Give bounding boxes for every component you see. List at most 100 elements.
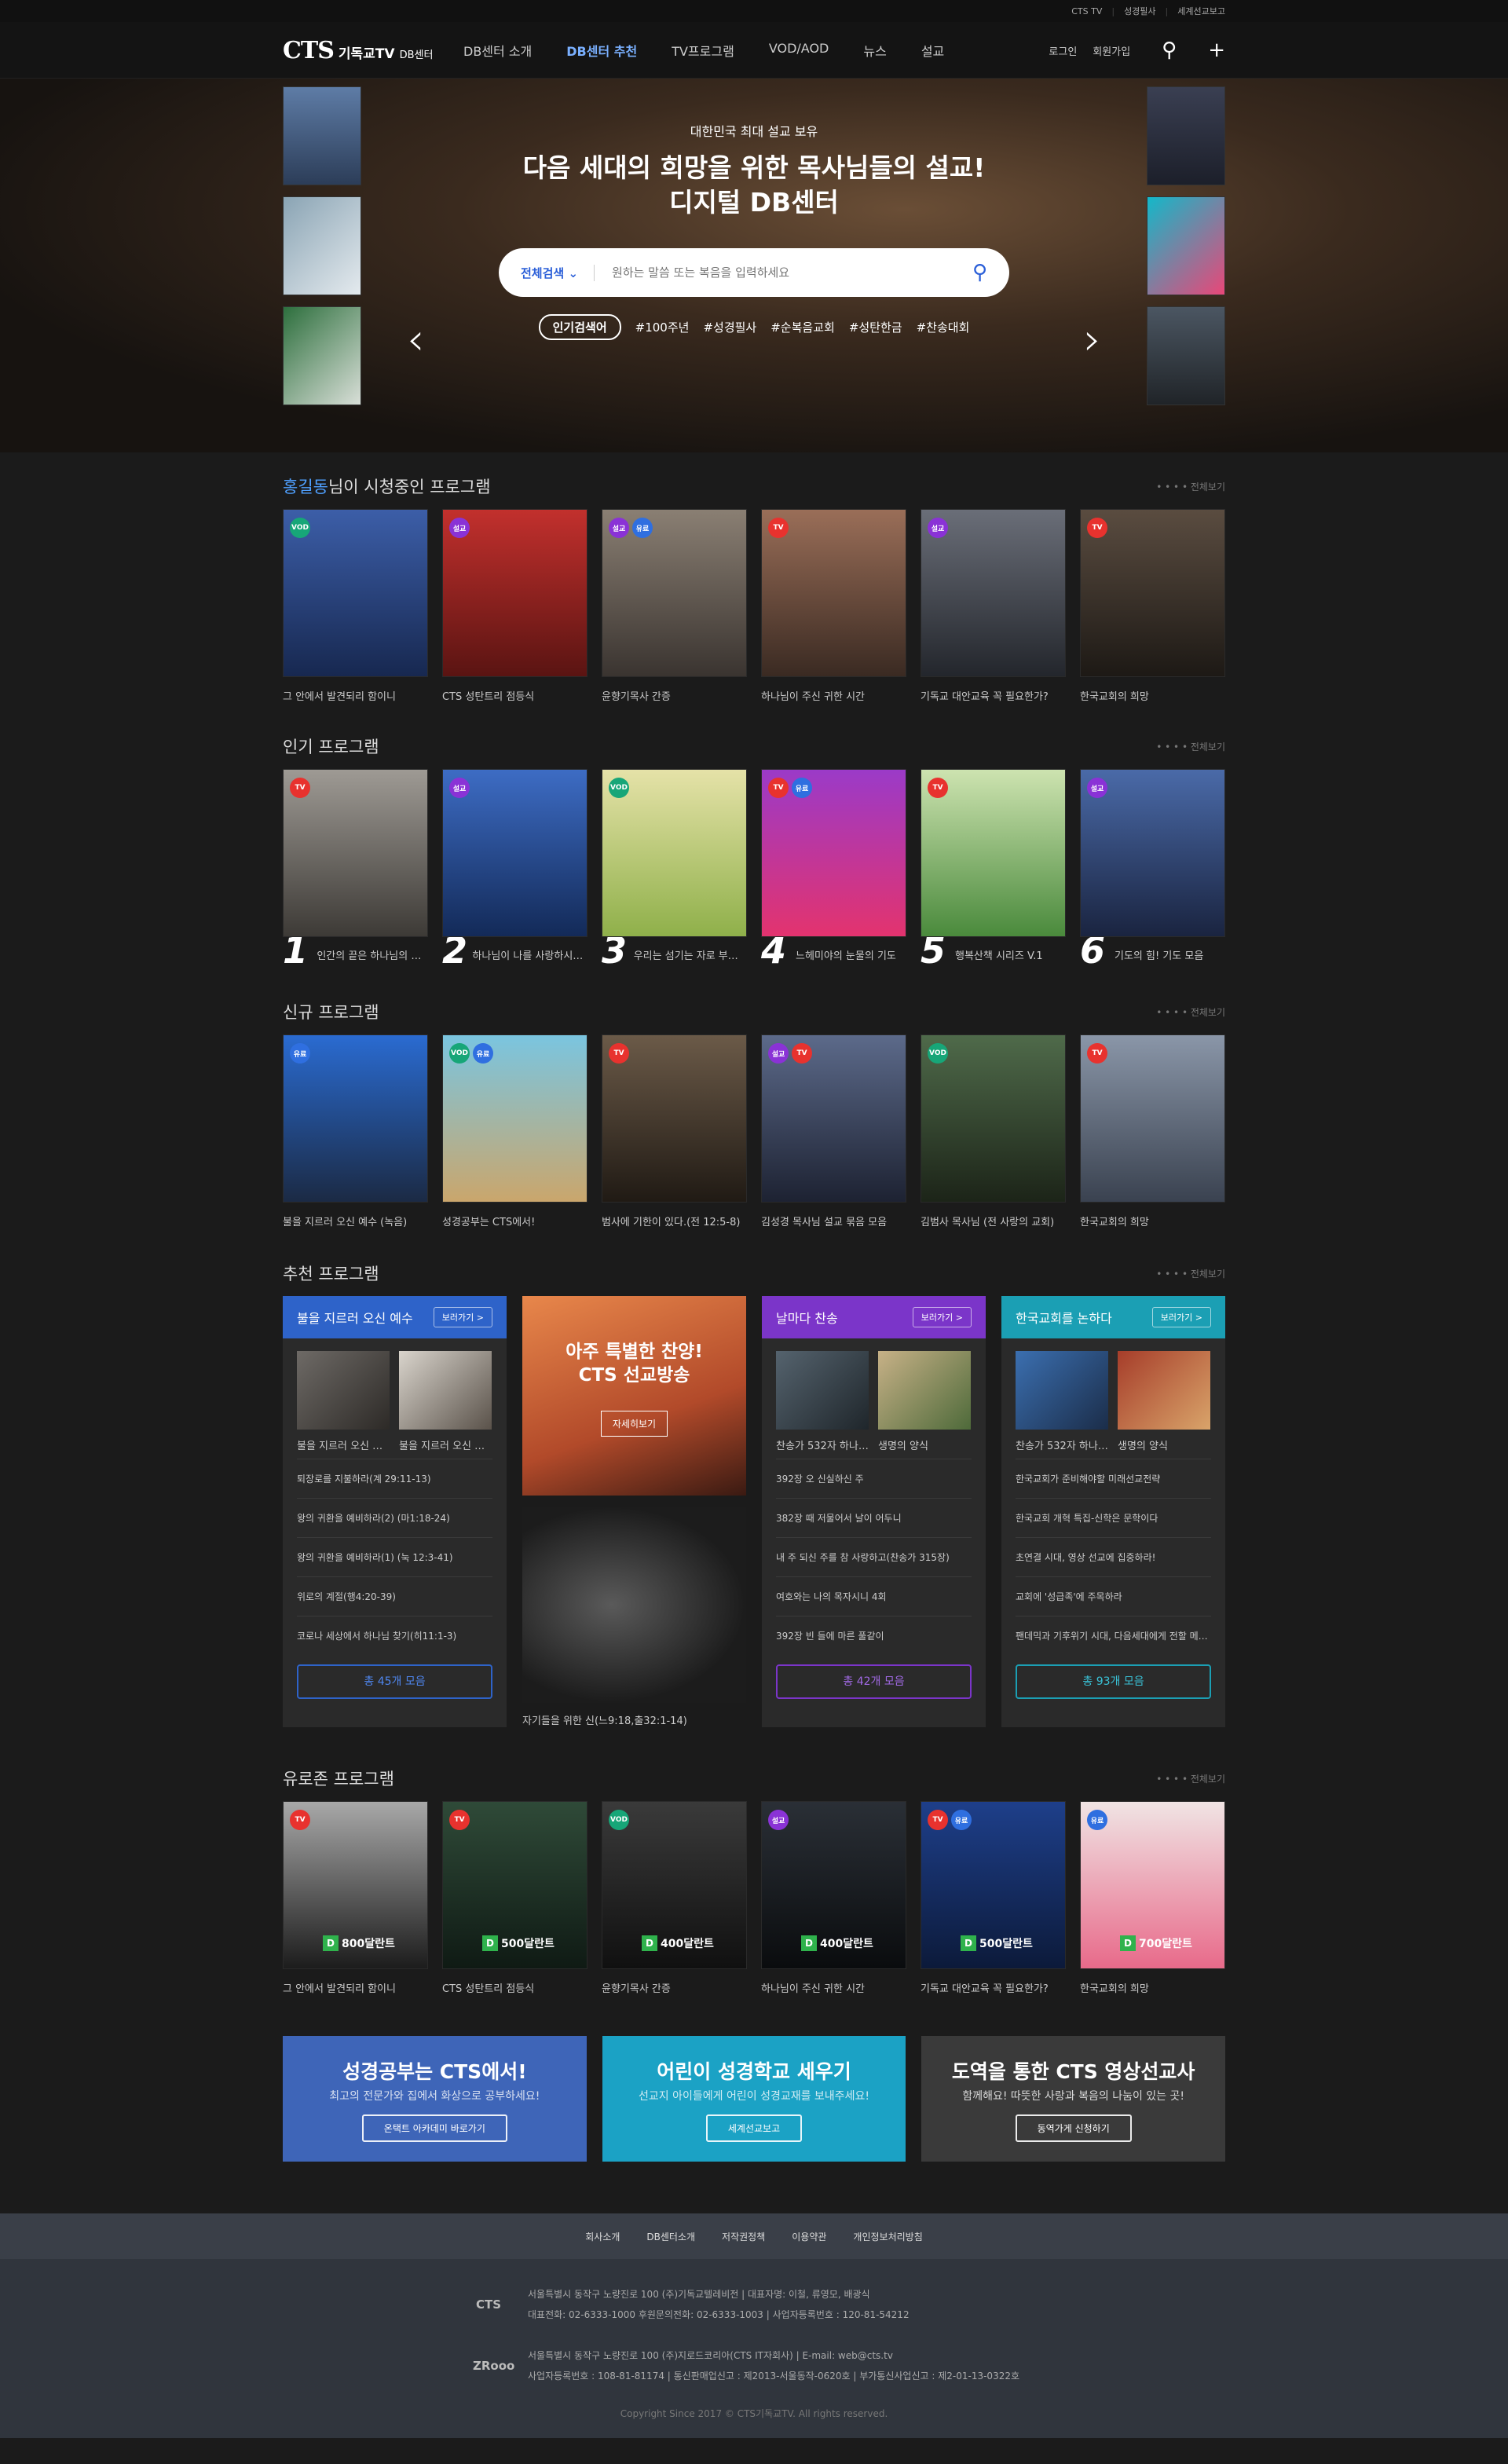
thumbnail[interactable] xyxy=(878,1351,971,1430)
program-card[interactable]: 설교 유료윤향기목사 간증 xyxy=(602,509,747,703)
promo-banner[interactable]: 아주 특별한 찬양! CTS 선교방송 자세히보기 xyxy=(522,1296,746,1496)
program-title[interactable]: 기독교 대안교육 꼭 필요한가? xyxy=(921,688,1066,703)
program-title[interactable]: 느헤미야의 눈물의 기도 xyxy=(796,947,896,968)
program-thumbnail[interactable]: 설교 xyxy=(442,509,587,677)
thumbnail[interactable] xyxy=(1118,1351,1210,1430)
program-thumbnail[interactable]: VOD xyxy=(283,509,428,677)
thumb-caption[interactable]: 불을 지르러 오신 예수 1 xyxy=(297,1437,390,1452)
program-title[interactable]: 우리는 섬기는 자로 부르셨다 xyxy=(634,947,747,968)
list-item[interactable]: 왕의 귀환을 예비하라(1) (눅 12:3-41) xyxy=(297,1537,492,1576)
list-item[interactable]: 코로나 세상에서 하나님 찾기(히11:1-3) xyxy=(297,1616,492,1655)
program-card[interactable]: VOD 3 우리는 섬기는 자로 부르셨다 xyxy=(602,769,747,968)
list-item[interactable]: 한국교회가 준비해야할 미래선교전략 xyxy=(1016,1459,1211,1498)
nav-item-vod[interactable]: VOD/AOD xyxy=(769,41,829,60)
program-card[interactable]: TV 유료 4 느헤미야의 눈물의 기도 xyxy=(761,769,906,968)
program-thumbnail[interactable]: TV xyxy=(283,769,428,937)
list-item[interactable]: 한국교회 개혁 특집-신학은 문학이다 xyxy=(1016,1498,1211,1537)
list-item[interactable]: 여호와는 나의 목자시니 4회 xyxy=(776,1576,972,1616)
search-icon[interactable]: ⚲ xyxy=(1162,38,1177,62)
topbar-link-bible[interactable]: 성경필사 xyxy=(1124,5,1155,17)
program-card[interactable]: 유료 D 700달란트 한국교회의 희망 xyxy=(1080,1801,1225,1995)
program-card[interactable]: 설교기독교 대안교육 꼭 필요한가? xyxy=(921,509,1066,703)
program-card[interactable]: TV D 500달란트 CTS 성탄트리 점등식 xyxy=(442,1801,587,1995)
list-item[interactable]: 초연결 시대, 영상 선교에 집중하라! xyxy=(1016,1537,1211,1576)
program-thumbnail[interactable]: 설교 xyxy=(1080,769,1225,937)
program-card[interactable]: 유료 불을 지르러 오신 예수 (녹음) xyxy=(283,1034,428,1228)
program-title[interactable]: CTS 성탄트리 점등식 xyxy=(442,1980,587,1995)
thumbnail[interactable] xyxy=(399,1351,492,1430)
nav-item-sermon[interactable]: 설교 xyxy=(921,41,944,60)
program-thumbnail[interactable]: TV D 500달란트 xyxy=(442,1801,587,1969)
tag-link[interactable]: #성경필사 xyxy=(703,319,756,335)
view-all-link[interactable]: • • • • 전체보기 xyxy=(1156,740,1225,753)
program-card[interactable]: TV 1 인간의 끝은 하나님의 시작 xyxy=(283,769,428,968)
program-thumbnail[interactable]: VOD 유료 xyxy=(442,1034,587,1203)
site-logo[interactable]: CTS 기독교TV DB센터 xyxy=(283,37,463,64)
program-card[interactable]: TV 5 행복산책 시리즈 V.1 xyxy=(921,769,1066,968)
program-title[interactable]: 기도의 힘! 기도 모음 xyxy=(1115,947,1203,968)
list-item[interactable]: 팬데믹과 기후위기 시대, 다음세대에게 전할 메시지 xyxy=(1016,1616,1211,1655)
list-item[interactable]: 내 주 되신 주를 참 사랑하고(찬송가 315장) xyxy=(776,1537,972,1576)
program-card[interactable]: TV 범사에 기한이 있다.(전 12:5-8) xyxy=(602,1034,747,1228)
tag-link[interactable]: #찬송대회 xyxy=(917,319,970,335)
detail-button[interactable]: 자세히보기 xyxy=(600,1411,668,1437)
program-thumbnail[interactable]: VOD xyxy=(921,1034,1066,1203)
plus-icon[interactable]: + xyxy=(1208,38,1225,62)
go-button[interactable]: 보러가기 > xyxy=(1151,1307,1211,1327)
banner-missionary[interactable]: 도역을 통한 CTS 영상선교사 함께해요! 따뜻한 사랑과 복음의 나눔이 있… xyxy=(921,2036,1226,2162)
list-item[interactable]: 382장 때 저물어서 날이 어두니 xyxy=(776,1498,972,1537)
search-input[interactable] xyxy=(612,265,972,280)
program-title[interactable]: 하나님이 나를 사랑하시는 이유 xyxy=(472,947,587,968)
program-card[interactable]: VOD D 400달란트 윤향기목사 간증 xyxy=(602,1801,747,1995)
program-thumbnail[interactable]: TV xyxy=(1080,509,1225,677)
program-card[interactable]: TV 한국교회의 희망 xyxy=(1080,1034,1225,1228)
view-all-button[interactable]: 총 45개 모음 xyxy=(297,1664,492,1699)
program-title[interactable]: 윤향기목사 간증 xyxy=(602,688,747,703)
program-thumbnail[interactable]: 설교 유료 xyxy=(602,509,747,677)
program-thumbnail[interactable]: 유료 D 700달란트 xyxy=(1080,1801,1225,1969)
view-all-button[interactable]: 총 42개 모음 xyxy=(776,1664,972,1699)
banner-bible-school[interactable]: 어린이 성경학교 세우기 선교지 아이들에게 어린이 성경교재를 보내주세요! … xyxy=(602,2036,906,2162)
thumb-caption[interactable]: 생명의 양식 xyxy=(878,1437,971,1452)
nav-item-tv[interactable]: TV프로그램 xyxy=(672,41,734,60)
login-link[interactable]: 로그인 xyxy=(1049,43,1077,58)
list-item[interactable]: 위로의 계절(행4:20-39) xyxy=(297,1576,492,1616)
program-title[interactable]: 범사에 기한이 있다.(전 12:5-8) xyxy=(602,1214,747,1228)
program-thumbnail[interactable]: 설교 D 400달란트 xyxy=(761,1801,906,1969)
tag-link[interactable]: #순복음교회 xyxy=(770,319,835,335)
program-card[interactable]: 설교 D 400달란트 하나님이 주신 귀한 시간 xyxy=(761,1801,906,1995)
view-all-link[interactable]: • • • • 전체보기 xyxy=(1156,1005,1225,1019)
join-link[interactable]: 회원가입 xyxy=(1093,43,1130,58)
view-all-button[interactable]: 총 93개 모음 xyxy=(1016,1664,1211,1699)
program-thumbnail[interactable]: TV D 800달란트 xyxy=(283,1801,428,1969)
program-title[interactable]: 한국교회의 희망 xyxy=(1080,688,1225,703)
program-thumbnail[interactable]: TV xyxy=(602,1034,747,1203)
program-title[interactable]: 그 안에서 발견되리 함이니 xyxy=(283,688,428,703)
program-thumbnail[interactable]: 설교 xyxy=(921,509,1066,677)
program-title[interactable]: CTS 성탄트리 점등식 xyxy=(442,688,587,703)
list-item[interactable]: 392장 빈 들에 마른 풀같이 xyxy=(776,1616,972,1655)
nav-item-recommend[interactable]: DB센터 추천 xyxy=(566,41,637,60)
thumb-caption[interactable]: 찬송가 532자 하나님의 사랑 xyxy=(776,1437,869,1452)
program-card[interactable]: VOD 유료 성경공부는 CTS에서! xyxy=(442,1034,587,1228)
thumb-caption[interactable]: 불을 지르러 오신 예수 2 xyxy=(399,1437,492,1452)
search-icon[interactable]: ⚲ xyxy=(972,261,987,284)
footer-link-company[interactable]: 회사소개 xyxy=(585,2230,620,2243)
program-card[interactable]: VOD 김범사 목사님 (전 사랑의 교회) xyxy=(921,1034,1066,1228)
nav-item-about[interactable]: DB센터 소개 xyxy=(463,41,532,60)
topbar-link-mission[interactable]: 세계선교보고 xyxy=(1177,5,1225,17)
promo-caption[interactable]: 자기들을 위한 신(느9:18,출32:1-14) xyxy=(522,1712,746,1727)
footer-link-terms[interactable]: 이용약관 xyxy=(792,2230,826,2243)
program-title[interactable]: 윤향기목사 간증 xyxy=(602,1980,747,1995)
list-item[interactable]: 392장 오 신실하신 주 xyxy=(776,1459,972,1498)
thumbnail[interactable] xyxy=(776,1351,869,1430)
thumb-caption[interactable]: 찬송가 532자 하나님의 사랑 xyxy=(1016,1437,1108,1452)
view-all-link[interactable]: • • • • 전체보기 xyxy=(1156,1772,1225,1785)
program-card[interactable]: 설교 TV 김성경 목사님 설교 묶음 모음 xyxy=(761,1034,906,1228)
program-title[interactable]: 그 안에서 발견되리 함이니 xyxy=(283,1980,428,1995)
go-button[interactable]: 보러가기 > xyxy=(912,1307,972,1327)
footer-link-copyright[interactable]: 저작권정책 xyxy=(722,2230,765,2243)
go-button[interactable]: 보러가기 > xyxy=(433,1307,492,1327)
program-title[interactable]: 행복산책 시리즈 V.1 xyxy=(955,947,1043,968)
program-thumbnail[interactable]: TV 유료 D 500달란트 xyxy=(921,1801,1066,1969)
